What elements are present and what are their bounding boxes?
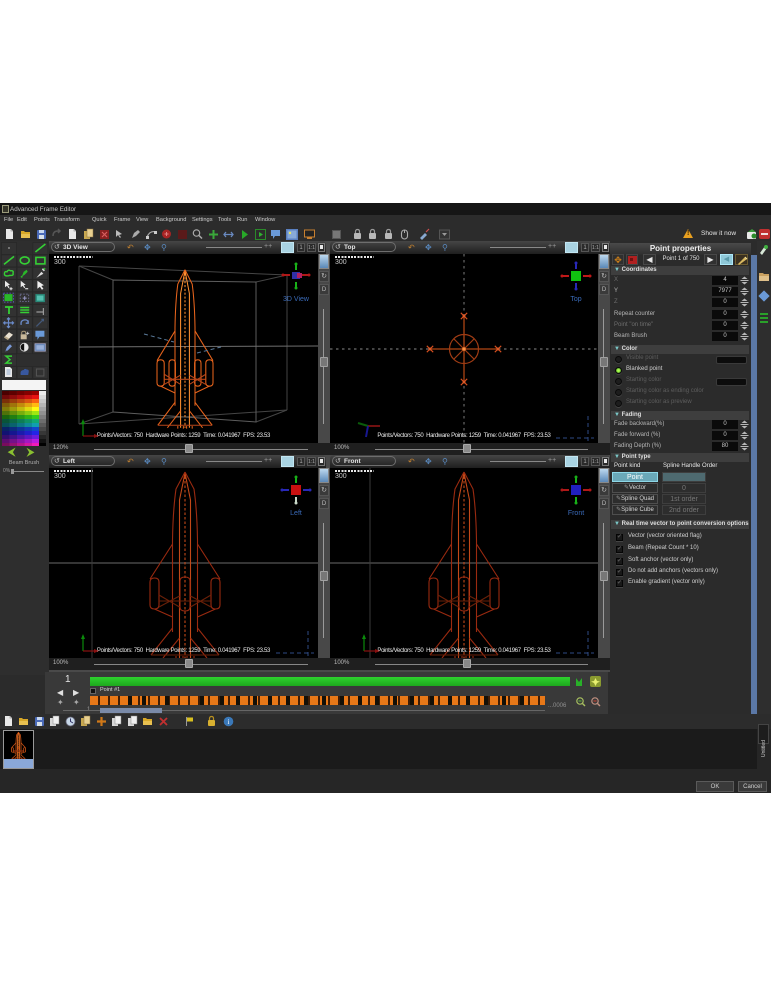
- svg-text:i: i: [228, 718, 230, 726]
